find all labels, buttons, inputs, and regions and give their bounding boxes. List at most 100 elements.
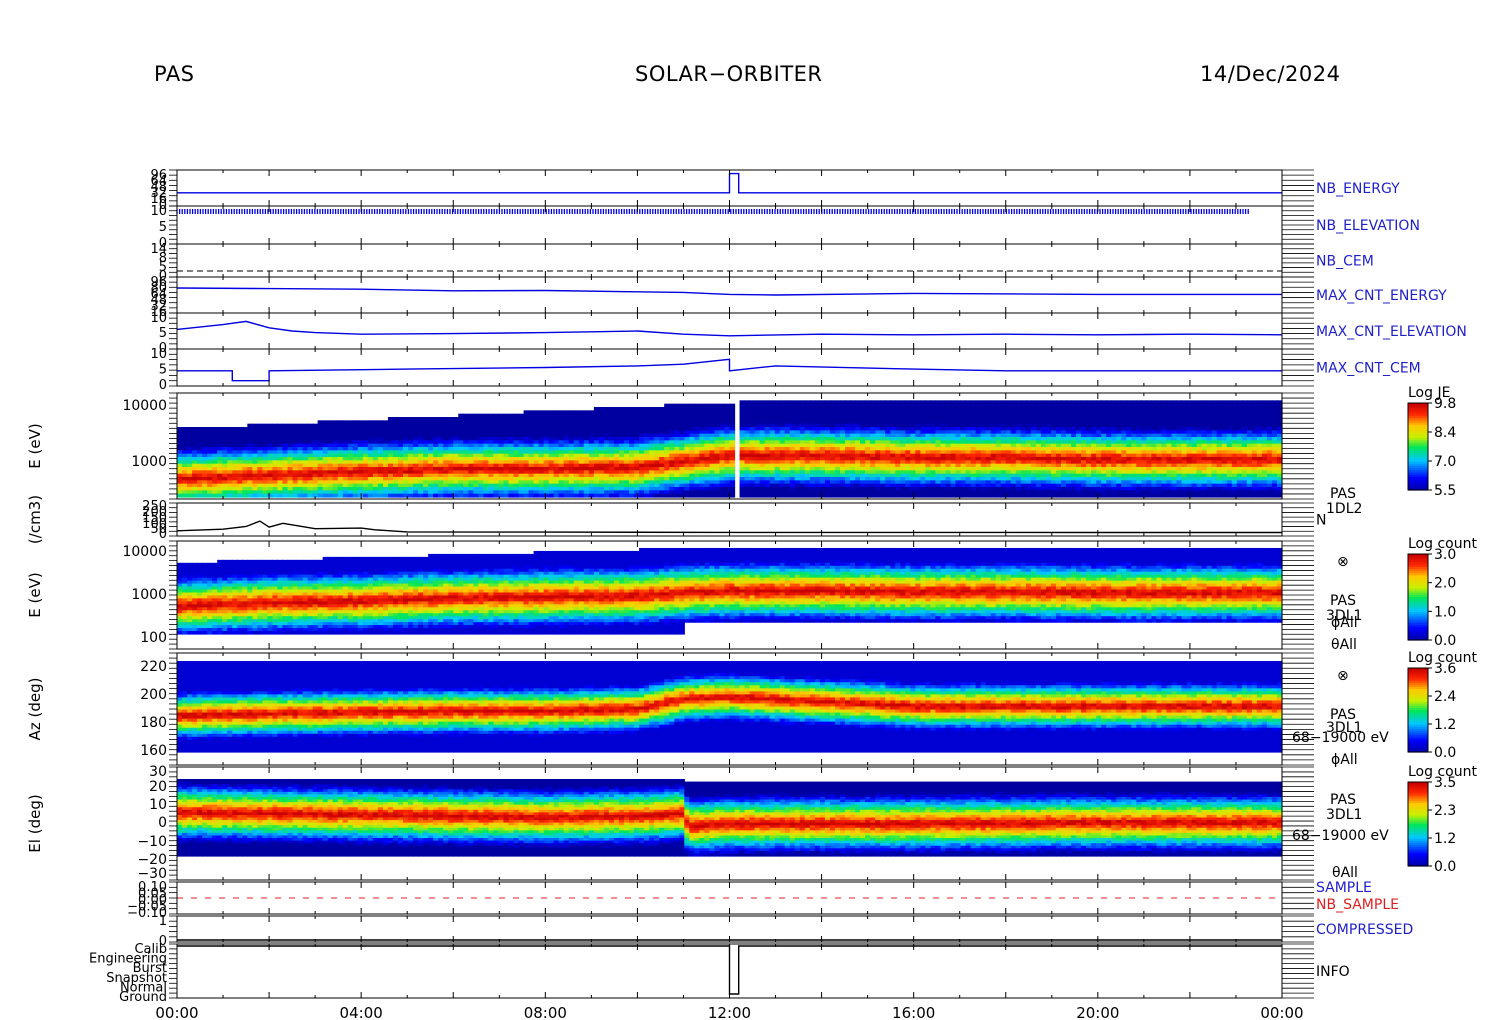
side-annotation: PAS <box>1330 792 1356 808</box>
side-annotation: 68−19000 eV <box>1292 730 1389 746</box>
colorbar-tick: 1.0 <box>1434 604 1456 620</box>
xtick-label: 20:00 <box>1076 1004 1119 1020</box>
right-label: SAMPLE <box>1316 880 1372 896</box>
colorbar-tick: 1.2 <box>1434 831 1456 847</box>
side-annotation: ϕAll <box>1331 615 1358 631</box>
plot-stage: PAS SOLAR−ORBITER 14/Dec/2024 96 64 48 32 16… <box>0 0 1512 1020</box>
colorbar-tick: 9.8 <box>1434 396 1456 412</box>
ytick-label: 1000 <box>131 454 167 470</box>
xtick-label: 04:00 <box>340 1004 383 1020</box>
colorbar-tick: 1.2 <box>1434 717 1456 733</box>
ytick-label: 0 <box>158 815 167 831</box>
colorbar-tick: 5.5 <box>1434 483 1456 499</box>
energy-spectrogram-1dl2-cells <box>177 400 1283 497</box>
right-label: COMPRESSED <box>1316 922 1413 938</box>
ytick-label: 20 <box>149 779 167 795</box>
right-label: NB_CEM <box>1316 254 1374 270</box>
panel-sample: 0.100.050.00−0.05−0.10SAMPLENB_SAMPLE <box>127 880 1399 921</box>
max-cnt-energy-trace <box>177 288 1282 295</box>
ytick-label: 5 <box>159 363 167 378</box>
xtick-label: 00:00 <box>155 1004 198 1020</box>
ytick-label: 5 <box>159 220 167 235</box>
ylabel: Az (deg) <box>26 678 44 741</box>
side-annotation: 68−19000 eV <box>1292 828 1389 844</box>
ylabel: El (deg) <box>26 794 44 852</box>
elevation-spectrogram-cells <box>177 779 1283 857</box>
colorbar-tick: 3.0 <box>1434 547 1456 563</box>
nb-energy-trace <box>177 174 1282 193</box>
ylabel: E (eV) <box>26 572 44 617</box>
right-label: NB_ELEVATION <box>1316 218 1420 234</box>
xtick-label: 16:00 <box>892 1004 935 1020</box>
right-label: INFO <box>1316 964 1350 980</box>
energy-spectrogram-3dl1-colorbar: Log count3.02.01.00.0 <box>1408 536 1477 649</box>
ytick-label: −10 <box>137 834 167 850</box>
energy-spectrogram-3dl1-cells <box>177 548 1283 635</box>
side-annotation: θAll <box>1332 865 1358 881</box>
max-cnt-cem-trace <box>177 359 1282 380</box>
side-annotation: ⊗ <box>1337 668 1349 684</box>
ytick-label: 200 <box>140 687 167 703</box>
ytick-label: 30 <box>149 764 167 780</box>
colorbar-tick: 7.0 <box>1434 454 1456 470</box>
ytick-label: 10 <box>150 311 167 326</box>
colorbar-tick: 2.4 <box>1434 689 1456 705</box>
xtick-label: 08:00 <box>524 1004 567 1020</box>
ytick-label: 10 <box>150 204 167 219</box>
stacked-panel-plot: 96644832160NB_ENERGY1050NB_ELEVATION1485… <box>0 0 1512 1020</box>
ytick-label: 1000 <box>131 587 167 603</box>
right-label: MAX_CNT_CEM <box>1316 361 1421 377</box>
ytick-label: 160 <box>140 743 167 759</box>
ylabel: (/cm3) <box>26 495 44 544</box>
elevation-spectrogram-colorbar: Log count3.52.31.20.0 <box>1408 764 1477 875</box>
colorbar-tick: 2.3 <box>1434 803 1456 819</box>
colorbar-tick: 8.4 <box>1434 425 1456 441</box>
panel-elevation-spectrogram: Log count3.52.31.20.03020100−10−20−30El … <box>26 764 1477 882</box>
side-annotation: ϕAll <box>1331 752 1358 768</box>
ytick-label: 180 <box>140 715 167 731</box>
right-label: MAX_CNT_ENERGY <box>1316 288 1447 304</box>
ytick-label: 5 <box>159 326 167 341</box>
panel-density: 250200150100500(/cm3) N <box>26 495 1326 544</box>
side-annotation: PAS <box>1330 593 1356 609</box>
panel-energy-spectrogram-3dl1: Log count3.02.01.00.0100001000100E (eV)⊗… <box>26 536 1477 653</box>
right-label: N <box>1316 513 1326 529</box>
xtick-label: 00:00 <box>1260 1004 1303 1020</box>
ytick-label: 1 <box>159 914 167 929</box>
panel-info: CalibEngineeringBurstSnapshotNormalGroun… <box>89 942 1350 1005</box>
info-trace <box>177 946 1282 994</box>
side-annotation: θAll <box>1331 637 1357 653</box>
colorbar-tick: 0.0 <box>1434 633 1456 649</box>
ytick-label: 10000 <box>122 544 167 560</box>
energy-spectrogram-1dl2-colorbar: Log JE9.88.47.05.5 <box>1408 385 1456 499</box>
side-annotation: 3DL1 <box>1326 807 1362 823</box>
panel-energy-spectrogram-1dl2: Log JE9.88.47.05.5100001000E (eV)PAS1DL2 <box>26 385 1456 517</box>
right-label: MAX_CNT_ELEVATION <box>1316 324 1467 340</box>
max-cnt-elevation-trace <box>177 321 1282 335</box>
panel-max-cnt-cem: 1050 MAX_CNT_CEM <box>150 347 1420 393</box>
ytick-label: 10 <box>149 797 167 813</box>
colorbar-tick: 3.5 <box>1434 775 1456 791</box>
ytick-label: 0 <box>159 527 167 542</box>
ytick-label: 10 <box>150 347 167 362</box>
panel-azimuth-spectrogram: Log count3.62.41.20.0220200180160Az (deg… <box>26 650 1477 768</box>
colorbar-tick: 3.6 <box>1434 661 1456 677</box>
colorbar-tick: 0.0 <box>1434 745 1456 761</box>
side-annotation: 1DL2 <box>1326 501 1362 517</box>
side-annotation: PAS <box>1330 486 1356 502</box>
azimuth-spectrogram-colorbar: Log count3.62.41.20.0 <box>1408 650 1477 761</box>
xtick-label: 12:00 <box>708 1004 751 1020</box>
side-annotation: ⊗ <box>1337 554 1349 570</box>
ylabel: E (eV) <box>26 423 44 468</box>
colorbar-tick: 2.0 <box>1434 576 1456 592</box>
ytick-label: 0 <box>159 378 167 393</box>
right-label: NB_ENERGY <box>1316 181 1400 197</box>
colorbar-tick: 0.0 <box>1434 859 1456 875</box>
azimuth-spectrogram-cells <box>177 661 1283 753</box>
ytick-label: 10000 <box>122 398 167 414</box>
right-label-2: NB_SAMPLE <box>1316 897 1399 913</box>
ytick-label: Ground <box>119 990 167 1005</box>
nb-elevation-comb <box>177 209 1248 214</box>
ytick-label: 220 <box>140 659 167 675</box>
ytick-label: 100 <box>140 630 167 646</box>
